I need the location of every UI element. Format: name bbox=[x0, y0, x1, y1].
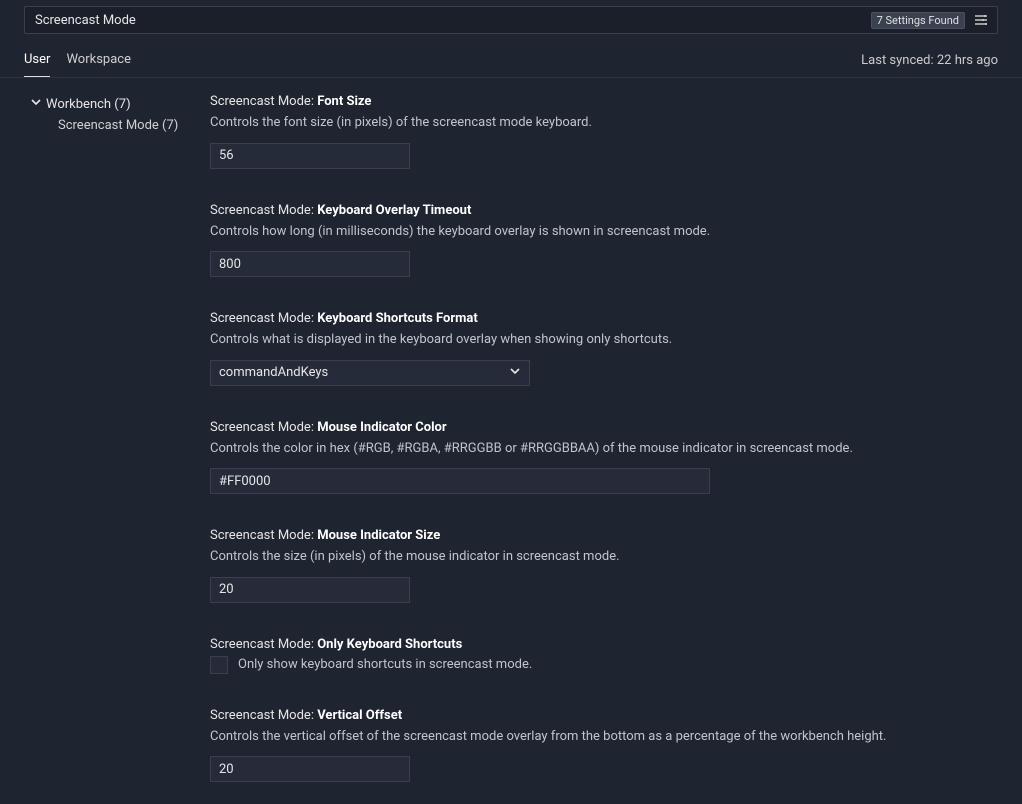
setting-description: Controls what is displayed in the keyboa… bbox=[210, 330, 950, 350]
tab-user[interactable]: User bbox=[24, 44, 50, 77]
chevron-down-icon bbox=[30, 96, 42, 112]
setting-title-prefix: Screencast Mode: bbox=[210, 203, 317, 218]
setting-item: Screencast Mode: Keyboard Overlay Timeou… bbox=[210, 203, 950, 278]
setting-title: Screencast Mode: Keyboard Shortcuts Form… bbox=[210, 311, 950, 326]
setting-item: Screencast Mode: Only Keyboard Shortcuts… bbox=[210, 637, 950, 674]
search-query-text: Screencast Mode bbox=[35, 13, 136, 28]
filter-icon[interactable] bbox=[971, 10, 991, 30]
setting-item: Screencast Mode: Vertical Offset Controls… bbox=[210, 708, 950, 783]
setting-title-prefix: Screencast Mode: bbox=[210, 708, 317, 723]
setting-checkbox[interactable] bbox=[210, 656, 228, 674]
setting-title-name: Font Size bbox=[317, 94, 371, 109]
setting-number-input[interactable] bbox=[210, 756, 410, 782]
setting-description: Only show keyboard shortcuts in screenca… bbox=[238, 657, 532, 672]
setting-item: Screencast Mode: Keyboard Shortcuts Form… bbox=[210, 311, 950, 386]
tree-label: Workbench (7) bbox=[46, 97, 131, 112]
results-count-badge: 7 Settings Found bbox=[871, 12, 965, 29]
setting-select[interactable]: commandAndKeys bbox=[210, 360, 530, 386]
setting-title-name: Only Keyboard Shortcuts bbox=[317, 637, 462, 652]
settings-tree: Workbench (7) Screencast Mode (7) bbox=[0, 78, 210, 804]
chevron-down-icon bbox=[509, 365, 521, 381]
setting-title: Screencast Mode: Font Size bbox=[210, 94, 950, 109]
setting-title-prefix: Screencast Mode: bbox=[210, 637, 317, 652]
setting-item: Screencast Mode: Font Size Controls the f… bbox=[210, 94, 950, 169]
setting-number-input[interactable] bbox=[210, 143, 410, 169]
setting-title-name: Vertical Offset bbox=[317, 708, 402, 723]
setting-item: Screencast Mode: Mouse Indicator Size Con… bbox=[210, 528, 950, 603]
sync-status: Last synced: 22 hrs ago bbox=[861, 53, 998, 68]
setting-select-value: commandAndKeys bbox=[219, 365, 328, 380]
setting-item: Screencast Mode: Mouse Indicator Color Co… bbox=[210, 420, 950, 495]
tab-workspace[interactable]: Workspace bbox=[66, 44, 131, 77]
setting-description: Controls the font size (in pixels) of th… bbox=[210, 113, 950, 133]
setting-description: Controls the vertical offset of the scre… bbox=[210, 727, 950, 747]
setting-number-input[interactable] bbox=[210, 577, 410, 603]
setting-title-name: Mouse Indicator Size bbox=[317, 528, 440, 543]
setting-title-prefix: Screencast Mode: bbox=[210, 94, 317, 109]
setting-title-prefix: Screencast Mode: bbox=[210, 420, 317, 435]
setting-title-prefix: Screencast Mode: bbox=[210, 528, 317, 543]
setting-title-name: Mouse Indicator Color bbox=[317, 420, 446, 435]
settings-search-input[interactable]: Screencast Mode 7 Settings Found bbox=[24, 6, 998, 34]
setting-title: Screencast Mode: Vertical Offset bbox=[210, 708, 950, 723]
setting-description: Controls the size (in pixels) of the mou… bbox=[210, 547, 950, 567]
tree-item-screencast-mode[interactable]: Screencast Mode (7) bbox=[30, 118, 210, 133]
setting-text-input[interactable] bbox=[210, 468, 710, 494]
setting-title: Screencast Mode: Keyboard Overlay Timeou… bbox=[210, 203, 950, 218]
setting-title-name: Keyboard Shortcuts Format bbox=[317, 311, 478, 326]
setting-title: Screencast Mode: Only Keyboard Shortcuts bbox=[210, 637, 950, 652]
setting-title: Screencast Mode: Mouse Indicator Color bbox=[210, 420, 950, 435]
setting-number-input[interactable] bbox=[210, 251, 410, 277]
setting-description: Controls how long (in milliseconds) the … bbox=[210, 222, 950, 242]
tree-item-workbench[interactable]: Workbench (7) bbox=[30, 96, 210, 112]
setting-title: Screencast Mode: Mouse Indicator Size bbox=[210, 528, 950, 543]
settings-list[interactable]: Screencast Mode: Font Size Controls the f… bbox=[210, 78, 1022, 804]
setting-title-name: Keyboard Overlay Timeout bbox=[317, 203, 471, 218]
setting-title-prefix: Screencast Mode: bbox=[210, 311, 317, 326]
setting-description: Controls the color in hex (#RGB, #RGBA, … bbox=[210, 439, 950, 459]
